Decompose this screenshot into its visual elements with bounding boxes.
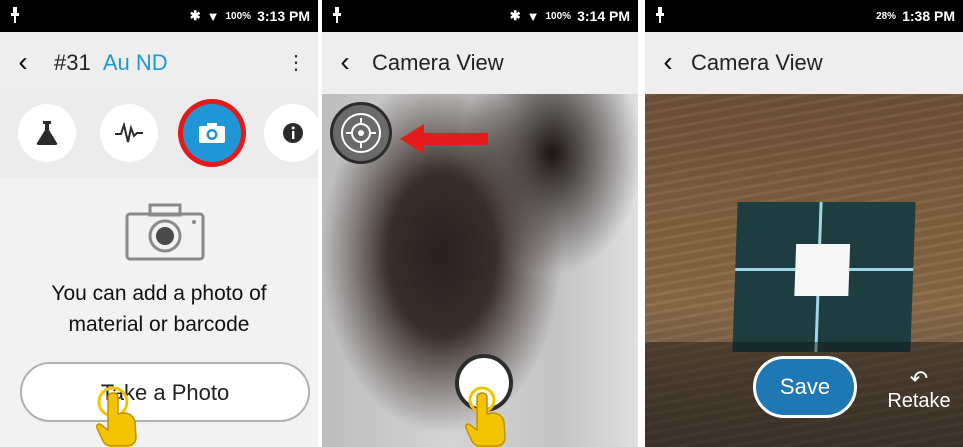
sample-holder [732, 202, 916, 352]
photo-review-screen: 28% 1:38 PM ‹ Camera View Save ↶ Retake [645, 0, 963, 447]
back-arrow-icon[interactable]: ‹ [655, 48, 681, 78]
tab-camera[interactable] [183, 104, 241, 162]
detail-tabs [0, 94, 318, 178]
message-line-1: You can add a photo of [51, 282, 267, 305]
clock: 3:13 PM [257, 8, 310, 24]
battery-level: 100% [225, 10, 252, 22]
app-bar: ‹ Camera View [322, 32, 638, 94]
more-options-icon[interactable]: ⋮ [286, 50, 306, 75]
camera-placeholder-icon [124, 202, 206, 267]
take-photo-button[interactable]: Take a Photo [20, 362, 310, 422]
wifi-icon: ▼ [526, 8, 540, 24]
app-bar: ‹ Camera View [645, 32, 963, 94]
bluetooth-icon: ✱ [509, 8, 521, 23]
undo-icon: ↶ [909, 366, 929, 391]
page-title: #31 Au ND [54, 50, 168, 76]
status-bar: ✱ ▼ 100% 3:14 PM [322, 0, 638, 32]
empty-state-message: You can add a photo of material or barco… [0, 278, 318, 340]
status-bar: ✱ ▼ 100% 3:13 PM [0, 0, 318, 32]
material-name: Au ND [102, 50, 168, 75]
info-icon [283, 123, 303, 143]
back-arrow-icon[interactable]: ‹ [10, 48, 36, 78]
tab-info[interactable] [264, 104, 318, 162]
wifi-icon: ▼ [206, 8, 220, 24]
back-arrow-icon[interactable]: ‹ [332, 48, 358, 78]
tab-chemistry[interactable] [18, 104, 76, 162]
app-bar: ‹ #31 Au ND ⋮ [0, 32, 318, 94]
tap-hand-icon [462, 386, 512, 447]
notification-icon [655, 7, 665, 26]
status-bar: 28% 1:38 PM [645, 0, 963, 32]
tap-hand-icon [93, 384, 143, 447]
retake-button[interactable]: ↶ Retake [879, 368, 959, 413]
spectrum-icon [115, 122, 143, 143]
material-detail-screen: ✱ ▼ 100% 3:13 PM ‹ #31 Au ND ⋮ You can a… [0, 0, 318, 447]
camera-icon [199, 123, 225, 143]
clock: 1:38 PM [902, 8, 955, 24]
switch-camera-icon [341, 113, 381, 153]
notification-icon [332, 7, 342, 26]
save-button[interactable]: Save [753, 356, 857, 418]
switch-camera-button[interactable] [330, 102, 392, 164]
flask-icon [36, 121, 58, 145]
save-label: Save [779, 374, 831, 399]
red-arrow-annotation [400, 124, 490, 159]
page-title: Camera View [691, 50, 823, 75]
retake-label: Retake [887, 390, 951, 412]
clock: 3:14 PM [577, 8, 630, 24]
captured-photo: Save ↶ Retake [645, 94, 963, 447]
bluetooth-icon: ✱ [189, 8, 201, 23]
notification-icon [10, 7, 20, 26]
material-number: #31 [54, 50, 91, 75]
tab-spectrum[interactable] [100, 104, 158, 162]
message-line-2: material or barcode [68, 313, 250, 336]
battery-level: 100% [545, 10, 572, 22]
camera-view-screen: ✱ ▼ 100% 3:14 PM ‹ Camera View [322, 0, 638, 447]
battery-level: 28% [876, 10, 897, 22]
sample-square [794, 244, 851, 296]
page-title: Camera View [372, 50, 504, 75]
